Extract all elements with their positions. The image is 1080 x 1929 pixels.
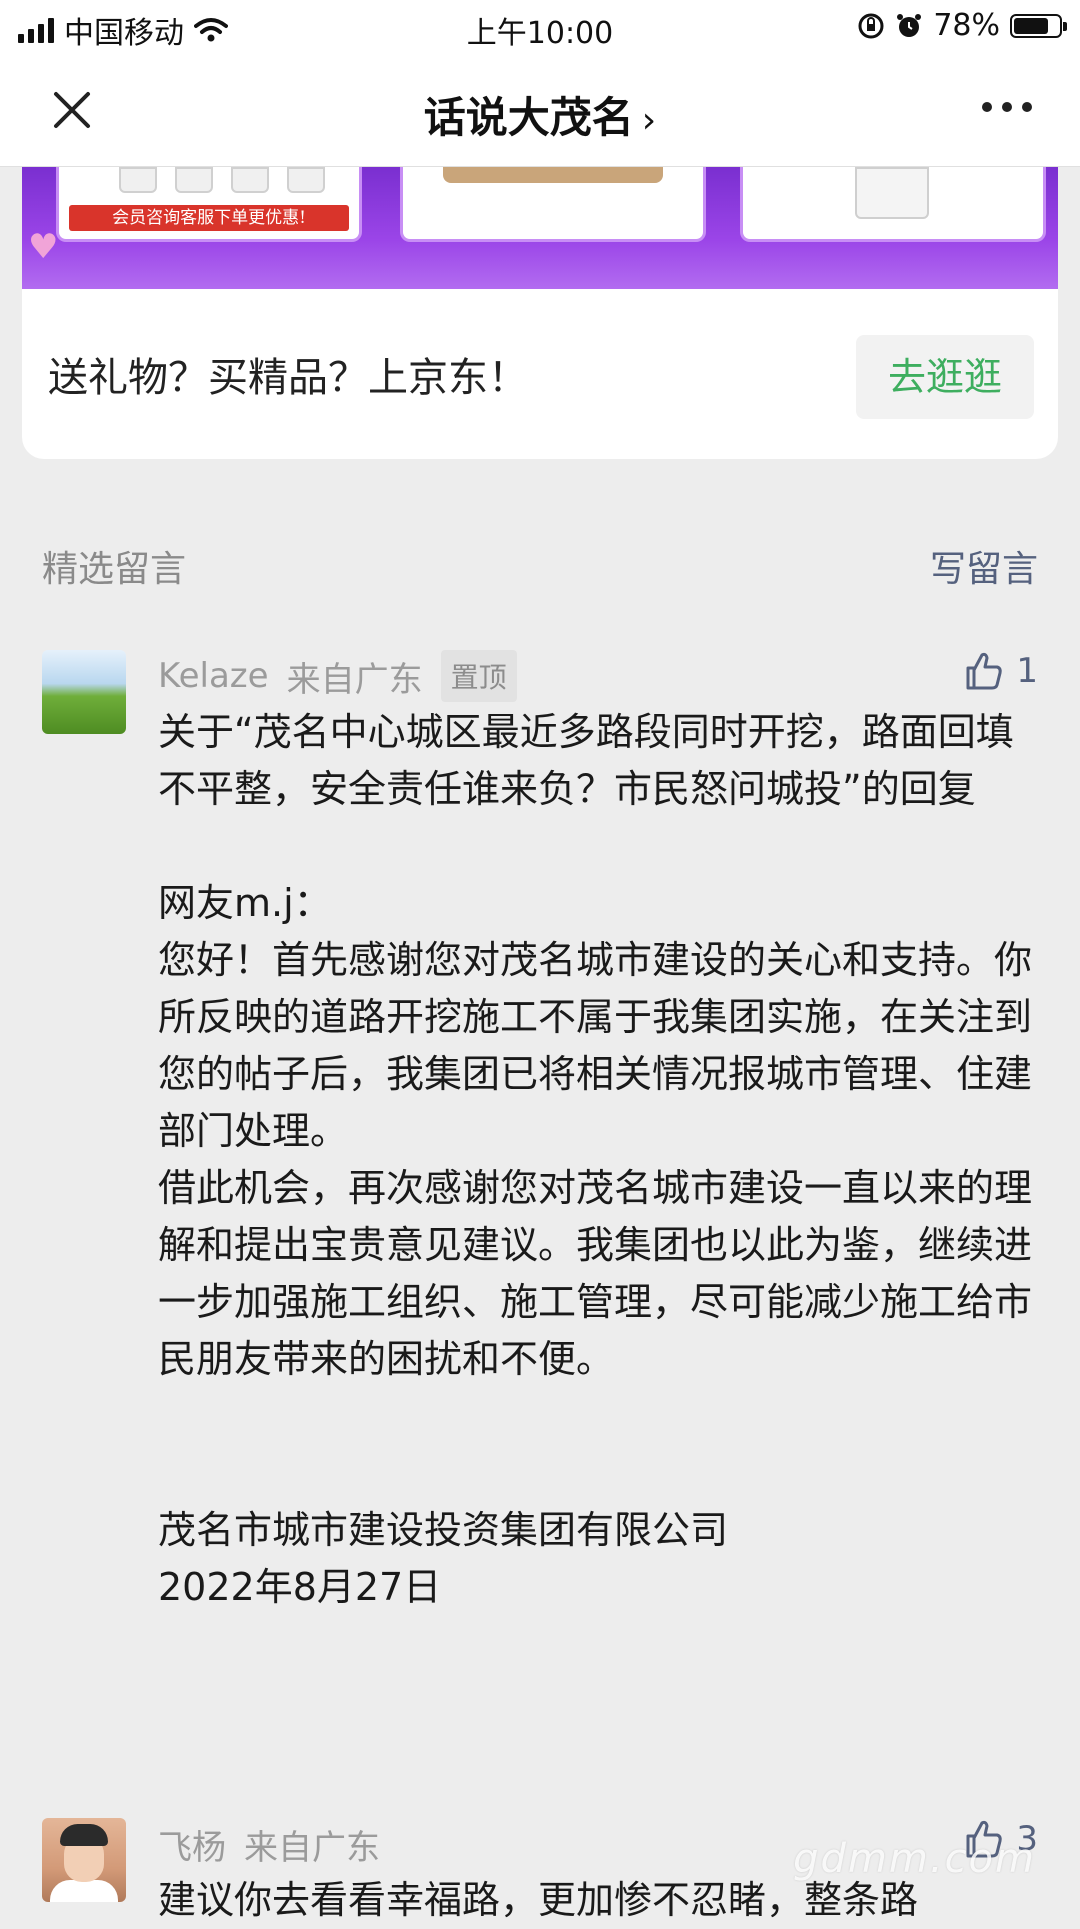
- comment-meta: 飞杨 来自广东: [158, 1818, 380, 1870]
- ad-banner-image[interactable]: 会员咨询客服下单更优惠! ♥: [22, 167, 1058, 289]
- avatar[interactable]: [42, 650, 126, 734]
- comment-location: 来自广东: [286, 659, 423, 700]
- thumbs-up-icon: [966, 652, 1003, 690]
- more-icon[interactable]: [982, 102, 1032, 112]
- rotation-lock-icon: [858, 13, 884, 38]
- banner-caption: 会员咨询客服下单更优惠!: [69, 205, 349, 231]
- account-name: 话说大茂名: [423, 93, 634, 142]
- comment-content: 关于“茂名中心城区最近多路段同时开挖，路面回填不平整，安全责任谁来负？市民怒问城…: [158, 710, 1033, 1609]
- comment-item: Kelaze 来自广东 置顶 1 关于“茂名中心城区最近多路段同时开挖，路面回填…: [42, 650, 1038, 1750]
- battery-icon: [1010, 13, 1067, 38]
- alarm-icon: [897, 13, 922, 37]
- comment-author[interactable]: Kelaze: [158, 656, 269, 696]
- like-count: 1: [1016, 651, 1038, 691]
- nav-bar: 话说大茂名 ›: [0, 54, 1080, 167]
- account-title[interactable]: 话说大茂名 ›: [0, 84, 1080, 145]
- ad-go-button[interactable]: 去逛逛: [856, 335, 1034, 419]
- product-card: [400, 167, 706, 242]
- comment-meta: Kelaze 来自广东 置顶: [158, 650, 517, 702]
- status-bar: 中国移动 上午10:00 78%: [0, 0, 1080, 54]
- comments-header: 精选留言 写留言: [42, 540, 1038, 596]
- like-button[interactable]: 1: [962, 650, 1038, 692]
- ad-card[interactable]: 会员咨询客服下单更优惠! ♥ 送礼物？买精品？上京东！ 去逛逛: [22, 167, 1058, 459]
- chevron-right-icon: ›: [641, 100, 657, 141]
- product-card: [740, 167, 1046, 242]
- comment-author[interactable]: 飞杨: [158, 1820, 226, 1869]
- pinned-badge: 置顶: [440, 650, 517, 702]
- comments-title: 精选留言: [42, 549, 187, 590]
- status-right: 78%: [857, 8, 1067, 43]
- battery-fill: [1014, 17, 1049, 34]
- write-comment-link[interactable]: 写留言: [930, 540, 1038, 592]
- ad-text: 送礼物？买精品？上京东！: [48, 355, 528, 401]
- avatar[interactable]: [42, 1818, 126, 1902]
- product-card: 会员咨询客服下单更优惠!: [56, 167, 362, 242]
- battery-percent: 78%: [933, 8, 1000, 43]
- watermark: gdmm.com: [793, 1836, 1036, 1882]
- comment-location: 来自广东: [244, 1827, 380, 1868]
- heart-icon: ♥: [28, 227, 59, 267]
